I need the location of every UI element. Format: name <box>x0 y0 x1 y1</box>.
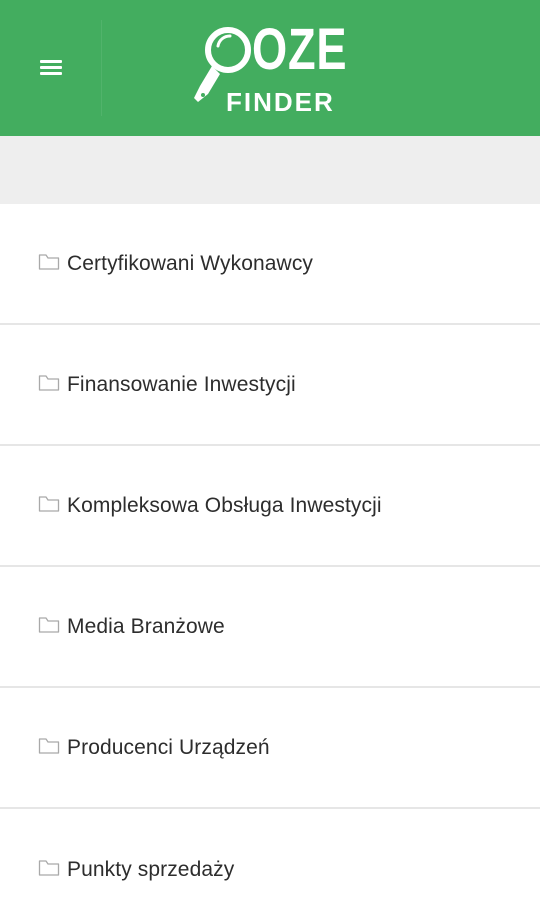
hamburger-menu-icon <box>40 59 62 77</box>
category-label: Punkty sprzedaży <box>67 857 235 881</box>
category-label: Finansowanie Inwestycji <box>67 372 296 396</box>
logo-bottom-text: FINDER <box>226 87 335 117</box>
folder-icon <box>38 253 60 270</box>
category-item-producenci-urzadzen[interactable]: Producenci Urządzeń <box>0 688 540 809</box>
folder-icon <box>38 616 60 633</box>
folder-icon <box>38 374 60 391</box>
category-label: Media Branżowe <box>67 614 225 638</box>
category-label: Producenci Urządzeń <box>67 735 270 759</box>
category-item-finansowanie-inwestycji[interactable]: Finansowanie Inwestycji <box>0 325 540 446</box>
app-logo[interactable]: OZE FINDER <box>194 16 347 117</box>
category-item-punkty-sprzedazy[interactable]: Punkty sprzedaży <box>0 809 540 900</box>
category-label: Certyfikowani Wykonawcy <box>67 251 314 275</box>
folder-icon <box>38 495 60 512</box>
folder-icon <box>38 859 60 876</box>
folder-icon <box>38 737 60 754</box>
menu-divider <box>101 20 102 116</box>
sub-toolbar <box>0 136 540 204</box>
category-item-media-branzowe[interactable]: Media Branżowe <box>0 567 540 688</box>
category-item-kompleksowa-obsluga-inwestycji[interactable]: Kompleksowa Obsługa Inwestycji <box>0 446 540 567</box>
app-header: OZE FINDER <box>0 0 540 136</box>
category-label: Kompleksowa Obsługa Inwestycji <box>67 493 382 517</box>
category-list: Certyfikowani Wykonawcy Finansowanie Inw… <box>0 204 540 900</box>
menu-button[interactable] <box>0 0 102 136</box>
logo-top-text: OZE <box>252 17 348 82</box>
category-item-certyfikowani-wykonawcy[interactable]: Certyfikowani Wykonawcy <box>0 204 540 325</box>
